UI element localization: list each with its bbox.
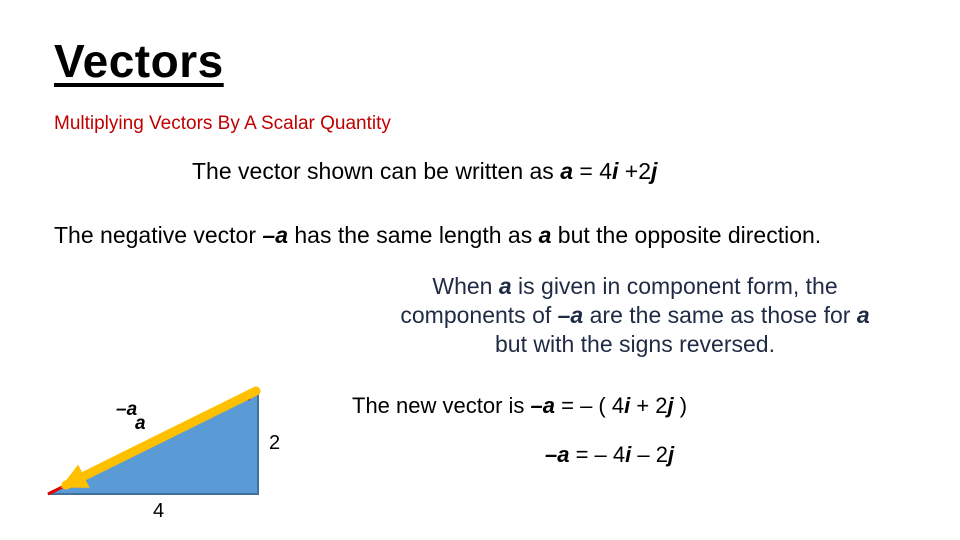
vector-triangle-diagram bbox=[47, 386, 261, 496]
label-vertical-component: 2 bbox=[269, 432, 281, 454]
label-a: a bbox=[135, 413, 146, 434]
label-neg-a: –a bbox=[116, 399, 138, 420]
label-horizontal-component: 4 bbox=[153, 500, 165, 522]
